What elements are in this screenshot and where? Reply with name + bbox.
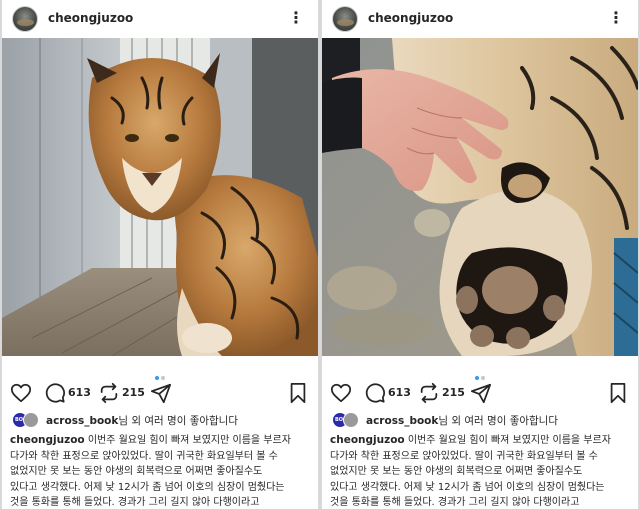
comment-count: 613 xyxy=(68,386,91,399)
repost-icon[interactable] xyxy=(418,382,440,404)
caption-line: 다가와 착한 표정으로 앉아있었다. 딸이 귀국한 화요일부터 볼 수 xyxy=(10,450,278,462)
post-actions: 613 215 xyxy=(322,380,638,406)
bookmark-icon[interactable] xyxy=(288,382,308,404)
instagram-post-1: cheongjuzoo ⋮ 613 215 across_book님 외 여러 … xyxy=(2,0,318,509)
post-caption: cheongjuzoo 이번주 월요일 힘이 빠져 보였지만 이름을 부르자 다… xyxy=(330,433,632,509)
caption-line: 있다고 생각했다. 어제 낮 12시가 좀 넘어 이호의 심장이 멈췄다는 xyxy=(330,481,605,493)
post-username[interactable]: cheongjuzoo xyxy=(48,11,133,25)
profile-avatar[interactable] xyxy=(332,6,358,32)
post-username[interactable]: cheongjuzoo xyxy=(368,11,453,25)
send-icon[interactable] xyxy=(470,382,492,404)
comment-count: 613 xyxy=(388,386,411,399)
caption-username[interactable]: cheongjuzoo xyxy=(330,434,405,446)
caption-username[interactable]: cheongjuzoo xyxy=(10,434,85,446)
more-vertical-icon[interactable]: ⋮ xyxy=(608,7,624,29)
liked-by-user[interactable]: across_book xyxy=(46,415,118,427)
caption-line: 없었지만 못 보는 동안 야생의 회복력으로 어쩌면 좋아질수도 xyxy=(10,466,263,477)
bookmark-icon[interactable] xyxy=(608,382,628,404)
likes-text: across_book님 외 여러 명이 좋아합니다 xyxy=(46,413,238,428)
caption-line: cheongjuzoo 이번주 월요일 힘이 빠져 보였지만 이름을 부르자 xyxy=(330,434,611,446)
comment-icon[interactable] xyxy=(364,382,386,404)
profile-avatar[interactable] xyxy=(12,6,38,32)
likes-summary[interactable]: BOOK across_book님 외 여러 명이 좋아합니다 xyxy=(10,410,312,430)
post-photo-tiger[interactable] xyxy=(2,38,318,356)
likes-text: across_book님 외 여러 명이 좋아합니다 xyxy=(366,413,558,428)
carousel-indicator xyxy=(2,365,318,380)
heart-icon[interactable] xyxy=(10,382,32,404)
post-photo-hand-and-paw[interactable] xyxy=(322,38,638,356)
repost-icon[interactable] xyxy=(98,382,120,404)
caption-line: cheongjuzoo 이번주 월요일 힘이 빠져 보였지만 이름을 부르자 xyxy=(10,434,291,446)
more-vertical-icon[interactable]: ⋮ xyxy=(288,7,304,29)
caption-line: 다가와 착한 표정으로 앉아있었다. 딸이 귀국한 화요일부터 볼 수 xyxy=(330,450,598,462)
caption-line: 것을 통화를 통해 들었다. 경과가 그리 길지 않아 다행이라고 xyxy=(330,497,580,508)
liked-by-suffix: 님 외 여러 명이 좋아합니다 xyxy=(438,415,559,427)
carousel-indicator xyxy=(322,365,638,380)
caption-line: 것을 통화를 통해 들었다. 경과가 그리 길지 않아 다행이라고 xyxy=(10,497,260,508)
instagram-post-2: cheongjuzoo ⋮ 613 215 across_book님 외 여러 … xyxy=(322,0,638,509)
liker-avatars: BOOK xyxy=(332,412,362,428)
post-header: cheongjuzoo ⋮ xyxy=(322,0,638,38)
liker-avatar xyxy=(343,412,359,428)
liked-by-user[interactable]: across_book xyxy=(366,415,438,427)
repost-count: 215 xyxy=(122,386,145,399)
post-actions: 613 215 xyxy=(2,380,318,406)
liked-by-suffix: 님 외 여러 명이 좋아합니다 xyxy=(118,415,239,427)
send-icon[interactable] xyxy=(150,382,172,404)
comment-icon[interactable] xyxy=(44,382,66,404)
post-header: cheongjuzoo ⋮ xyxy=(2,0,318,38)
post-caption: cheongjuzoo 이번주 월요일 힘이 빠져 보였지만 이름을 부르자 다… xyxy=(10,433,312,509)
likes-summary[interactable]: BOOK across_book님 외 여러 명이 좋아합니다 xyxy=(330,410,632,430)
liker-avatars: BOOK xyxy=(12,412,42,428)
liker-avatar xyxy=(23,412,39,428)
caption-line: 없었지만 못 보는 동안 야생의 회복력으로 어쩌면 좋아질수도 xyxy=(330,466,583,477)
heart-icon[interactable] xyxy=(330,382,352,404)
caption-line: 있다고 생각했다. 어제 낮 12시가 좀 넘어 이호의 심장이 멈췄다는 xyxy=(10,481,285,493)
repost-count: 215 xyxy=(442,386,465,399)
